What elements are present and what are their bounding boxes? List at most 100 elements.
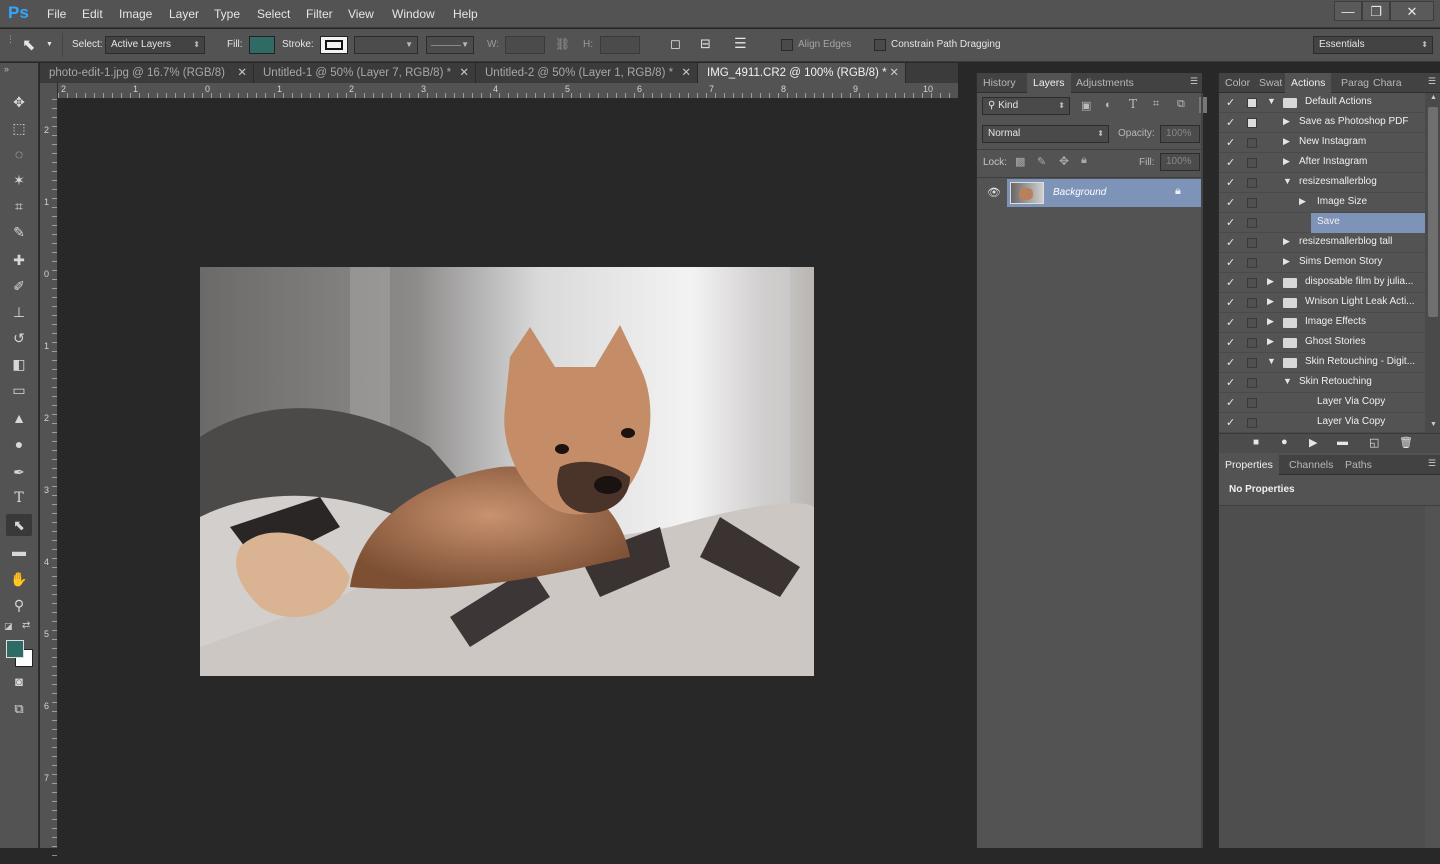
check-icon[interactable]: ✓ [1226,216,1235,229]
action-row[interactable]: ✓ ▶ After Instagram [1219,153,1425,173]
dialog-toggle-box[interactable] [1247,398,1257,408]
action-row[interactable]: ✓ ▼ Skin Retouching - Digit... [1219,353,1425,373]
tab-adjustments[interactable]: Adjustments [1070,73,1140,93]
lasso-tool-icon[interactable]: ◌ [6,143,32,165]
dialog-toggle-box[interactable] [1247,318,1257,328]
filter-kind-dropdown[interactable]: ⚲ Kind ⬍ [982,97,1070,115]
dialog-toggle-box[interactable] [1247,418,1257,428]
screen-mode-icon[interactable]: ⧉ [6,698,32,720]
hand-tool-icon[interactable]: ✋ [6,568,32,590]
dialog-toggle-box[interactable] [1247,158,1257,168]
check-icon[interactable]: ✓ [1226,336,1235,349]
action-row[interactable]: ✓ ▼ resizesmallerblog [1219,173,1425,193]
dialog-toggle-box[interactable] [1247,338,1257,348]
doc-tab-untitled-1[interactable]: Untitled-1 @ 50% (Layer 7, RGB/8) * ✕ [254,63,476,83]
doc-tab-photo-edit[interactable]: photo-edit-1.jpg @ 16.7% (RGB/8) ✕ [40,63,254,83]
lock-all-icon[interactable]: 🔒︎ [1081,154,1087,167]
record-icon[interactable]: ● [1281,436,1288,448]
action-row[interactable]: ✓ ▶ New Instagram [1219,133,1425,153]
check-icon[interactable]: ✓ [1226,316,1235,329]
check-icon[interactable]: ✓ [1226,416,1235,429]
check-icon[interactable]: ✓ [1226,236,1235,249]
action-row[interactable]: ✓ ▶ disposable film by julia... [1219,273,1425,293]
filter-adjustment-icon[interactable]: ◐ [1105,99,1112,111]
path-operations-icon[interactable]: ◻ [670,36,681,52]
swap-colors-icon[interactable]: ⇄ [22,620,30,631]
action-row[interactable]: ✓ ▶ Sims Demon Story [1219,253,1425,273]
action-row[interactable]: ✓ Layer Via Copy [1219,413,1425,433]
opacity-input[interactable]: 100% [1160,125,1200,143]
stroke-width-dropdown[interactable]: ▼ [354,36,418,54]
menu-select[interactable]: Select [257,7,290,21]
document-image[interactable] [200,267,814,676]
eyedropper-tool-icon[interactable]: ✎ [6,221,32,243]
action-row[interactable]: ✓ ▶ resizesmallerblog tall [1219,233,1425,253]
tab-channels[interactable]: Channels [1283,455,1339,475]
tab-character[interactable]: Chara [1367,73,1408,93]
constrain-path-checkbox[interactable] [874,39,886,51]
stroke-type-dropdown[interactable]: ▼ [426,36,474,54]
action-row[interactable]: ✓ ▼ Default Actions [1219,93,1425,113]
tab-color[interactable]: Color [1219,73,1256,93]
lock-position-icon[interactable]: ✥ [1059,154,1069,168]
disclosure-collapsed-icon[interactable]: ▶ [1299,196,1306,207]
check-icon[interactable]: ✓ [1226,136,1235,149]
tab-swatches[interactable]: Swat [1253,73,1288,93]
history-brush-tool-icon[interactable]: ↺ [6,327,32,349]
fill-input[interactable]: 100% [1160,153,1200,171]
gradient-tool-icon[interactable]: ▭ [6,379,32,401]
action-row[interactable]: ✓ ▼ Skin Retouching [1219,373,1425,393]
fill-swatch[interactable] [249,36,275,54]
default-colors-icon[interactable]: ◪ [4,621,13,632]
crop-tool-icon[interactable]: ⌗ [6,195,32,217]
disclosure-expanded-icon[interactable]: ▼ [1283,376,1292,386]
minimize-button[interactable]: — [1334,1,1362,21]
dialog-toggle-box[interactable] [1247,278,1257,288]
filter-shape-icon[interactable]: ⌗ [1153,98,1159,111]
panel-menu-icon[interactable]: ☰ [1428,458,1436,469]
close-icon[interactable]: ✕ [681,63,691,83]
dialog-toggle-box[interactable] [1247,238,1257,248]
menu-image[interactable]: Image [119,7,152,21]
quick-mask-icon[interactable]: ◙ [6,671,32,693]
stop-icon[interactable]: ■ [1253,437,1259,448]
close-window-button[interactable]: ✕ [1390,1,1434,21]
action-row[interactable]: ✓ ▶ Save as Photoshop PDF [1219,113,1425,133]
dialog-toggle-box[interactable] [1247,218,1257,228]
menu-filter[interactable]: Filter [306,7,333,21]
disclosure-expanded-icon[interactable]: ▼ [1267,356,1276,366]
disclosure-collapsed-icon[interactable]: ▶ [1267,276,1274,287]
zoom-tool-icon[interactable]: ⚲ [6,594,32,616]
menu-type[interactable]: Type [214,7,240,21]
scroll-up-icon[interactable]: ▲ [1430,94,1437,101]
filter-type-icon[interactable]: T [1129,97,1137,111]
menu-layer[interactable]: Layer [169,7,199,21]
type-tool-icon[interactable]: T [6,487,32,509]
check-icon[interactable]: ✓ [1226,96,1235,109]
menu-view[interactable]: View [348,7,374,21]
path-selection-tool-icon[interactable]: ⬉ [22,35,35,55]
disclosure-expanded-icon[interactable]: ▼ [1283,176,1292,186]
action-row[interactable]: ✓ ▶ Image Effects [1219,313,1425,333]
close-icon[interactable]: ✕ [889,63,899,83]
layer-row-background[interactable]: 👁︎ Background 🔒︎ [979,179,1201,207]
eye-visibility-icon[interactable]: 👁︎ [987,186,1001,199]
workspace-dropdown[interactable]: Essentials ⬍ [1313,36,1433,54]
filter-pixel-icon[interactable]: ▣ [1081,99,1091,112]
path-selection-tool-icon[interactable]: ⬉ [6,514,32,536]
align-edges-checkbox[interactable] [781,39,793,51]
check-icon[interactable]: ✓ [1226,356,1235,369]
blur-tool-icon[interactable]: ▲ [6,407,32,429]
dodge-tool-icon[interactable]: ● [6,433,32,455]
close-icon[interactable]: ✕ [459,63,469,83]
width-input[interactable] [505,36,545,54]
doc-tab-untitled-2[interactable]: Untitled-2 @ 50% (Layer 1, RGB/8) * ✕ [476,63,698,83]
action-row[interactable]: ✓ Save [1219,213,1425,233]
healing-brush-tool-icon[interactable]: ✚ [6,249,32,271]
dialog-toggle-box[interactable] [1247,198,1257,208]
check-icon[interactable]: ✓ [1226,276,1235,289]
tab-paths[interactable]: Paths [1339,455,1378,475]
blend-mode-dropdown[interactable]: Normal ⬍ [982,125,1109,143]
dialog-toggle-box[interactable] [1247,378,1257,388]
disclosure-collapsed-icon[interactable]: ▶ [1283,236,1290,247]
